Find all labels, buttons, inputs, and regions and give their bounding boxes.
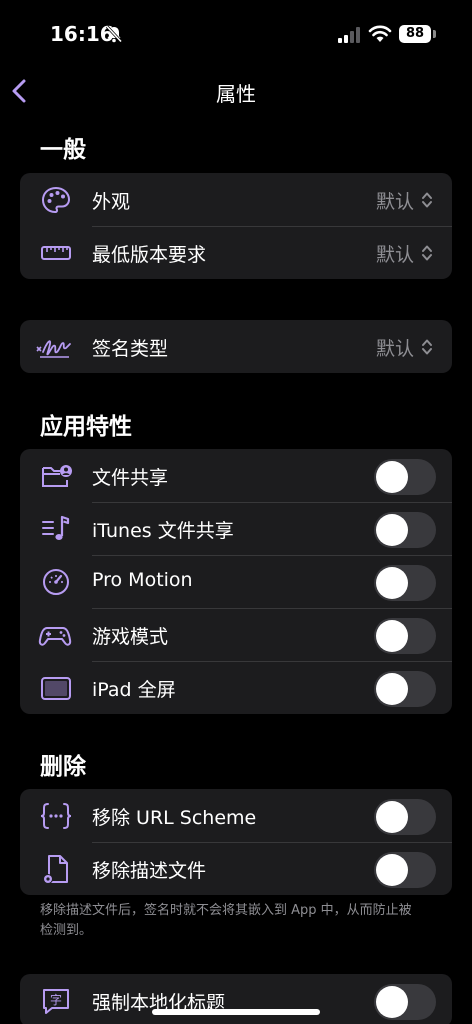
pro-motion-label: Pro Motion — [92, 569, 193, 591]
toggle-knob — [376, 567, 408, 599]
game-mode-toggle[interactable] — [374, 618, 436, 654]
signature-label: 签名类型 — [92, 338, 169, 360]
folder-person-icon — [42, 465, 72, 487]
screen: 16:16 88 属性 一般 外观 默认 最低版本要求 默认 签名类型 默认 应… — [0, 0, 472, 1024]
features-group: 文件共享 iTunes 文件共享 Pro Motion 游戏模式 iPad 全屏 — [20, 449, 452, 714]
toggle-knob — [376, 461, 408, 493]
chevron-up-down-icon — [422, 245, 432, 261]
chevron-up-down-icon — [422, 339, 432, 355]
signature-row[interactable]: 签名类型 默认 — [20, 320, 452, 373]
battery-tip — [433, 30, 436, 38]
section-title-remove: 删除 — [40, 754, 86, 780]
signature-icon — [36, 340, 71, 358]
force-localize-row: 字 强制本地化标题 — [20, 974, 452, 1024]
silent-bell-icon — [105, 25, 123, 43]
remove-url-scheme-label: 移除 URL Scheme — [92, 807, 257, 829]
general-group: 外观 默认 最低版本要求 默认 — [20, 173, 452, 279]
min-version-row[interactable]: 最低版本要求 默认 — [20, 226, 452, 279]
game-mode-label: 游戏模式 — [92, 626, 169, 648]
navigation-bar: 属性 — [0, 66, 472, 116]
pro-motion-row: Pro Motion — [20, 555, 452, 608]
toggle-knob — [376, 620, 408, 652]
wifi-icon — [368, 25, 392, 42]
home-indicator — [152, 1009, 320, 1015]
remove-url-scheme-row: 移除 URL Scheme — [20, 789, 452, 842]
battery-indicator: 88 — [399, 25, 431, 43]
toggle-knob — [376, 801, 408, 833]
section-title-general: 一般 — [40, 137, 86, 163]
remove-footnote: 移除描述文件后，签名时就不会将其嵌入到 App 中，从而防止被检测到。 — [40, 903, 412, 938]
file-sharing-toggle[interactable] — [374, 459, 436, 495]
toggle-knob — [376, 514, 408, 546]
file-sharing-row: 文件共享 — [20, 449, 452, 502]
itunes-sharing-row: iTunes 文件共享 — [20, 502, 452, 555]
chevron-up-down-icon — [422, 192, 432, 208]
remove-profile-row: 移除描述文件 — [20, 842, 452, 895]
remove-url-scheme-toggle[interactable] — [374, 799, 436, 835]
ipad-fullscreen-label: iPad 全屏 — [92, 679, 176, 701]
remove-group: 移除 URL Scheme 移除描述文件 — [20, 789, 452, 895]
appearance-label: 外观 — [92, 191, 131, 213]
appearance-row[interactable]: 外观 默认 — [20, 173, 452, 226]
signature-value: 默认 — [375, 338, 414, 360]
curly-braces-icon — [40, 803, 72, 829]
itunes-sharing-label: iTunes 文件共享 — [92, 520, 234, 542]
status-bar: 16:16 88 — [0, 0, 472, 66]
doc-gear-icon — [43, 855, 68, 884]
min-version-label: 最低版本要求 — [92, 244, 207, 266]
signature-group: 签名类型 默认 — [20, 320, 452, 373]
localize-group: 字 强制本地化标题 — [20, 974, 452, 1024]
appearance-value: 默认 — [375, 191, 414, 213]
palette-icon — [41, 186, 71, 214]
force-localize-toggle[interactable] — [374, 984, 436, 1020]
game-mode-row: 游戏模式 — [20, 608, 452, 661]
ruler-icon — [41, 246, 71, 260]
remove-profile-toggle[interactable] — [374, 852, 436, 888]
toggle-knob — [376, 854, 408, 886]
toggle-knob — [376, 673, 408, 705]
speedometer-icon — [43, 569, 69, 595]
character-bubble-icon: 字 — [43, 989, 69, 1014]
min-version-value: 默认 — [375, 244, 414, 266]
toggle-knob — [376, 986, 408, 1018]
pro-motion-toggle[interactable] — [374, 565, 436, 601]
section-title-features: 应用特性 — [40, 414, 132, 440]
cellular-signal-icon — [338, 27, 360, 43]
ipad-landscape-icon — [41, 677, 71, 700]
gamecontroller-icon — [38, 627, 72, 646]
ipad-fullscreen-toggle[interactable] — [374, 671, 436, 707]
remove-profile-label: 移除描述文件 — [92, 860, 207, 882]
ipad-fullscreen-row: iPad 全屏 — [20, 661, 452, 714]
page-title: 属性 — [216, 82, 256, 106]
svg-text:字: 字 — [50, 992, 62, 1007]
itunes-sharing-toggle[interactable] — [374, 512, 436, 548]
music-list-icon — [42, 515, 70, 540]
file-sharing-label: 文件共享 — [92, 467, 169, 489]
